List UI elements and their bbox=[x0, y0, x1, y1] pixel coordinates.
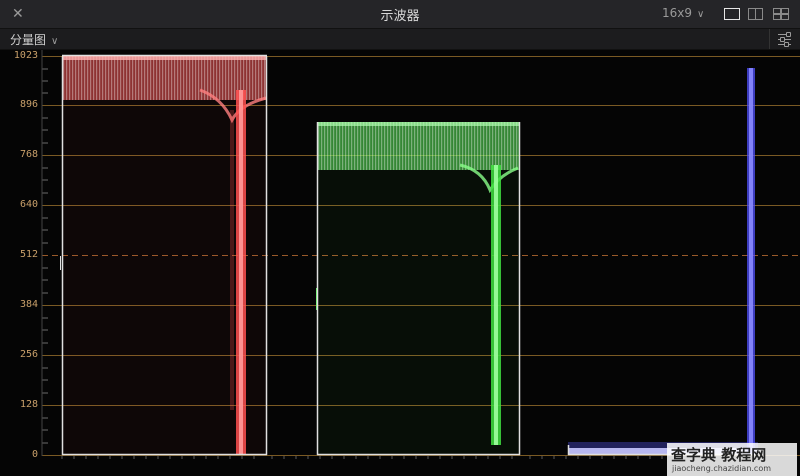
chevron-down-icon: ∨ bbox=[697, 9, 705, 20]
waveform-scope: 1023 896 768 640 512 384 256 128 0 bbox=[0, 50, 800, 476]
settings-sliders-icon[interactable] bbox=[769, 29, 800, 49]
red-channel-trace bbox=[63, 56, 267, 455]
green-channel-trace bbox=[316, 122, 520, 455]
scope-mode-select[interactable]: 分量图 ∨ bbox=[10, 31, 58, 48]
x-minor-ticks bbox=[61, 456, 663, 459]
quad-view-icon-c bbox=[773, 14, 781, 20]
watermark-line2: jiaocheng.chazidian.com bbox=[672, 464, 772, 473]
watermark: 查字典 教程网 jiaocheng.chazidian.com bbox=[667, 443, 797, 476]
aspect-ratio-value: 16x9 bbox=[662, 6, 693, 20]
scope-toolbar: 分量图 ∨ bbox=[0, 29, 800, 50]
blue-channel-trace bbox=[568, 68, 758, 455]
single-view-icon[interactable] bbox=[724, 8, 740, 20]
aspect-ratio-select[interactable]: 16x9 ∨ bbox=[662, 6, 704, 20]
watermark-line1: 查字典 教程网 bbox=[671, 446, 767, 464]
scope-mode-value: 分量图 bbox=[10, 33, 47, 47]
dual-view-icon-right bbox=[755, 8, 763, 20]
quad-view-icon-d bbox=[781, 14, 789, 20]
title-bar: ✕ 示波器 16x9 ∨ bbox=[0, 0, 800, 29]
chevron-down-icon: ∨ bbox=[51, 36, 59, 47]
scope-graticule-and-traces bbox=[41, 50, 800, 459]
